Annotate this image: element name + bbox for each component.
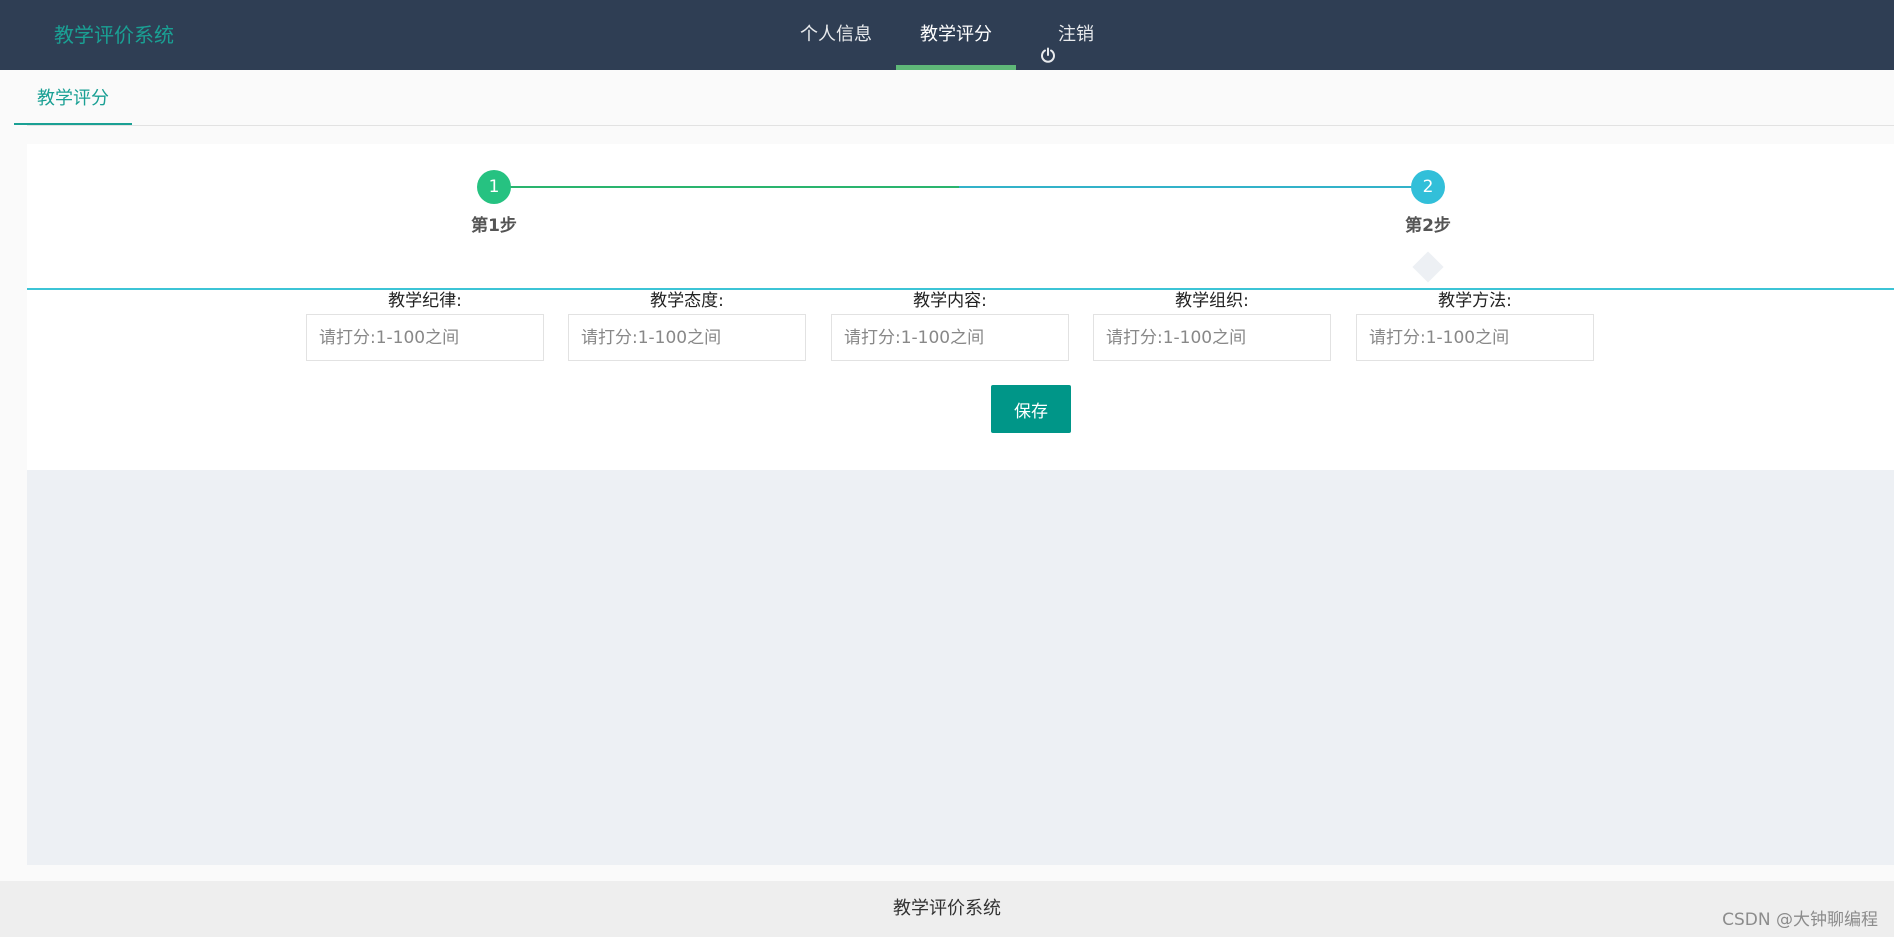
tab-teaching-score[interactable]: 教学评分 — [14, 70, 132, 125]
power-icon — [1040, 27, 1056, 63]
nav-item-logout[interactable]: 注销 — [1016, 0, 1118, 70]
field-label: 教学组织: — [1175, 291, 1249, 311]
field-organization: 教学组织: — [1093, 290, 1331, 361]
nav-item-label: 注销 — [1058, 24, 1094, 45]
step-1-label: 第1步 — [471, 216, 517, 236]
save-button[interactable]: 保存 — [991, 385, 1071, 433]
field-attitude: 教学态度: — [568, 290, 806, 361]
field-label: 教学态度: — [650, 291, 724, 311]
step-progress-line-done — [494, 186, 959, 188]
discipline-score-input[interactable] — [306, 314, 544, 361]
nav-item-label: 教学评分 — [920, 24, 992, 45]
nav-item-label: 个人信息 — [800, 24, 872, 45]
field-discipline: 教学纪律: — [306, 290, 544, 361]
tab-bar: 教学评分 — [0, 70, 1894, 126]
nav-item-teaching-score[interactable]: 教学评分 — [896, 0, 1016, 70]
top-nav: 个人信息 教学评分 注销 — [776, 0, 1118, 70]
content-score-input[interactable] — [831, 314, 1069, 361]
content-background — [27, 470, 1894, 865]
step-2-circle[interactable]: 2 — [1411, 170, 1445, 204]
footer: 教学评价系统 — [0, 881, 1894, 937]
footer-text: 教学评价系统 — [893, 898, 1001, 919]
field-method: 教学方法: — [1356, 290, 1594, 361]
nav-item-profile[interactable]: 个人信息 — [776, 0, 896, 70]
organization-score-input[interactable] — [1093, 314, 1331, 361]
watermark: CSDN @大钟聊编程 — [1722, 910, 1878, 930]
field-label: 教学内容: — [913, 291, 987, 311]
step-progress-line-current — [959, 186, 1429, 188]
field-label: 教学方法: — [1438, 291, 1512, 311]
field-label: 教学纪律: — [388, 291, 462, 311]
step-1-circle[interactable]: 1 — [477, 170, 511, 204]
top-header: 教学评价系统 个人信息 教学评分 注销 — [0, 0, 1894, 70]
attitude-score-input[interactable] — [568, 314, 806, 361]
brand-title[interactable]: 教学评价系统 — [54, 19, 174, 48]
step-2-label: 第2步 — [1405, 216, 1451, 236]
method-score-input[interactable] — [1356, 314, 1594, 361]
field-content: 教学内容: — [831, 290, 1069, 361]
left-gutter — [0, 125, 27, 881]
